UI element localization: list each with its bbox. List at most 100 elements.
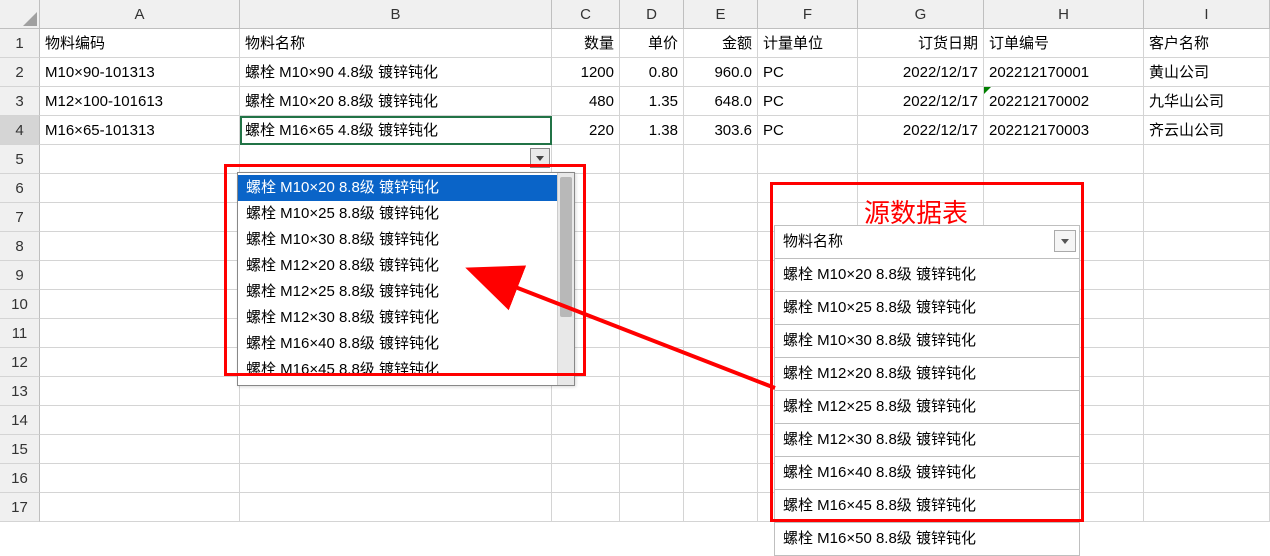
cell-E11[interactable] bbox=[684, 319, 758, 348]
cell-I10[interactable] bbox=[1144, 290, 1270, 319]
cell-C16[interactable] bbox=[552, 464, 620, 493]
data-validation-dropdown-button[interactable] bbox=[530, 148, 550, 168]
cell-H4[interactable]: 202212170003 bbox=[984, 116, 1144, 145]
cell-A15[interactable] bbox=[40, 435, 240, 464]
cell-H3[interactable]: 202212170002 bbox=[984, 87, 1144, 116]
cell-I14[interactable] bbox=[1144, 406, 1270, 435]
column-header-I[interactable]: I bbox=[1144, 0, 1270, 29]
cell-H6[interactable] bbox=[984, 174, 1144, 203]
dropdown-scroll-thumb[interactable] bbox=[560, 177, 572, 317]
cell-C3[interactable]: 480 bbox=[552, 87, 620, 116]
cell-A6[interactable] bbox=[40, 174, 240, 203]
cell-G4[interactable]: 2022/12/17 bbox=[858, 116, 984, 145]
cell-A2[interactable]: M10×90-101313 bbox=[40, 58, 240, 87]
row-header-14[interactable]: 14 bbox=[0, 406, 40, 435]
row-header-16[interactable]: 16 bbox=[0, 464, 40, 493]
cell-I13[interactable] bbox=[1144, 377, 1270, 406]
cell-D17[interactable] bbox=[620, 493, 684, 522]
cell-D16[interactable] bbox=[620, 464, 684, 493]
row-header-5[interactable]: 5 bbox=[0, 145, 40, 174]
cell-D12[interactable] bbox=[620, 348, 684, 377]
cell-A9[interactable] bbox=[40, 261, 240, 290]
cell-B5[interactable] bbox=[240, 145, 552, 174]
cell-E1[interactable]: 金额 bbox=[684, 29, 758, 58]
cell-F5[interactable] bbox=[758, 145, 858, 174]
row-header-10[interactable]: 10 bbox=[0, 290, 40, 319]
dropdown-option[interactable]: 螺栓 M10×30 8.8级 镀锌钝化 bbox=[238, 227, 557, 253]
cell-I3[interactable]: 九华山公司 bbox=[1144, 87, 1270, 116]
column-header-G[interactable]: G bbox=[858, 0, 984, 29]
column-header-H[interactable]: H bbox=[984, 0, 1144, 29]
cell-A4[interactable]: M16×65-101313 bbox=[40, 116, 240, 145]
dropdown-option[interactable]: 螺栓 M12×25 8.8级 镀锌钝化 bbox=[238, 279, 557, 305]
cell-E15[interactable] bbox=[684, 435, 758, 464]
column-header-F[interactable]: F bbox=[758, 0, 858, 29]
cell-E6[interactable] bbox=[684, 174, 758, 203]
cell-C2[interactable]: 1200 bbox=[552, 58, 620, 87]
cell-E9[interactable] bbox=[684, 261, 758, 290]
cell-I9[interactable] bbox=[1144, 261, 1270, 290]
column-header-A[interactable]: A bbox=[40, 0, 240, 29]
cell-D1[interactable]: 单价 bbox=[620, 29, 684, 58]
row-header-8[interactable]: 8 bbox=[0, 232, 40, 261]
row-header-3[interactable]: 3 bbox=[0, 87, 40, 116]
cell-E17[interactable] bbox=[684, 493, 758, 522]
cell-D15[interactable] bbox=[620, 435, 684, 464]
cell-B2[interactable]: 螺栓 M10×90 4.8级 镀锌钝化 bbox=[240, 58, 552, 87]
cell-I2[interactable]: 黄山公司 bbox=[1144, 58, 1270, 87]
column-header-D[interactable]: D bbox=[620, 0, 684, 29]
cell-A12[interactable] bbox=[40, 348, 240, 377]
cell-C1[interactable]: 数量 bbox=[552, 29, 620, 58]
cell-E14[interactable] bbox=[684, 406, 758, 435]
cell-I15[interactable] bbox=[1144, 435, 1270, 464]
cell-D4[interactable]: 1.38 bbox=[620, 116, 684, 145]
cell-D10[interactable] bbox=[620, 290, 684, 319]
cell-I1[interactable]: 客户名称 bbox=[1144, 29, 1270, 58]
row-header-2[interactable]: 2 bbox=[0, 58, 40, 87]
dropdown-option[interactable]: 螺栓 M16×40 8.8级 镀锌钝化 bbox=[238, 331, 557, 357]
cell-I5[interactable] bbox=[1144, 145, 1270, 174]
cell-E8[interactable] bbox=[684, 232, 758, 261]
cell-I11[interactable] bbox=[1144, 319, 1270, 348]
cell-E13[interactable] bbox=[684, 377, 758, 406]
cell-D7[interactable] bbox=[620, 203, 684, 232]
cell-I17[interactable] bbox=[1144, 493, 1270, 522]
cell-G1[interactable]: 订货日期 bbox=[858, 29, 984, 58]
column-header-E[interactable]: E bbox=[684, 0, 758, 29]
dropdown-option[interactable]: 螺栓 M16×45 8.8级 镀锌钝化 bbox=[238, 357, 557, 383]
dropdown-option[interactable]: 螺栓 M10×25 8.8级 镀锌钝化 bbox=[238, 201, 557, 227]
row-header-9[interactable]: 9 bbox=[0, 261, 40, 290]
dropdown-scrollbar[interactable] bbox=[557, 173, 574, 385]
cell-F4[interactable]: PC bbox=[758, 116, 858, 145]
cell-B3[interactable]: 螺栓 M10×20 8.8级 镀锌钝化 bbox=[240, 87, 552, 116]
cell-A14[interactable] bbox=[40, 406, 240, 435]
row-header-15[interactable]: 15 bbox=[0, 435, 40, 464]
cell-B14[interactable] bbox=[240, 406, 552, 435]
cell-D6[interactable] bbox=[620, 174, 684, 203]
dropdown-option[interactable]: 螺栓 M12×20 8.8级 镀锌钝化 bbox=[238, 253, 557, 279]
cell-A11[interactable] bbox=[40, 319, 240, 348]
cell-E5[interactable] bbox=[684, 145, 758, 174]
cell-H5[interactable] bbox=[984, 145, 1144, 174]
cell-C15[interactable] bbox=[552, 435, 620, 464]
cell-I6[interactable] bbox=[1144, 174, 1270, 203]
filter-dropdown-button[interactable] bbox=[1054, 230, 1076, 252]
cell-A10[interactable] bbox=[40, 290, 240, 319]
row-header-7[interactable]: 7 bbox=[0, 203, 40, 232]
cell-G5[interactable] bbox=[858, 145, 984, 174]
cell-A17[interactable] bbox=[40, 493, 240, 522]
cell-F1[interactable]: 计量单位 bbox=[758, 29, 858, 58]
cell-I8[interactable] bbox=[1144, 232, 1270, 261]
cell-C14[interactable] bbox=[552, 406, 620, 435]
cell-I7[interactable] bbox=[1144, 203, 1270, 232]
cell-I12[interactable] bbox=[1144, 348, 1270, 377]
cell-F2[interactable]: PC bbox=[758, 58, 858, 87]
cell-E4[interactable]: 303.6 bbox=[684, 116, 758, 145]
cell-A7[interactable] bbox=[40, 203, 240, 232]
column-header-B[interactable]: B bbox=[240, 0, 552, 29]
cell-B4[interactable]: 螺栓 M16×65 4.8级 镀锌钝化 bbox=[240, 116, 552, 145]
cell-B15[interactable] bbox=[240, 435, 552, 464]
cell-C4[interactable]: 220 bbox=[552, 116, 620, 145]
select-all-corner[interactable] bbox=[0, 0, 40, 29]
cell-B1[interactable]: 物料名称 bbox=[240, 29, 552, 58]
